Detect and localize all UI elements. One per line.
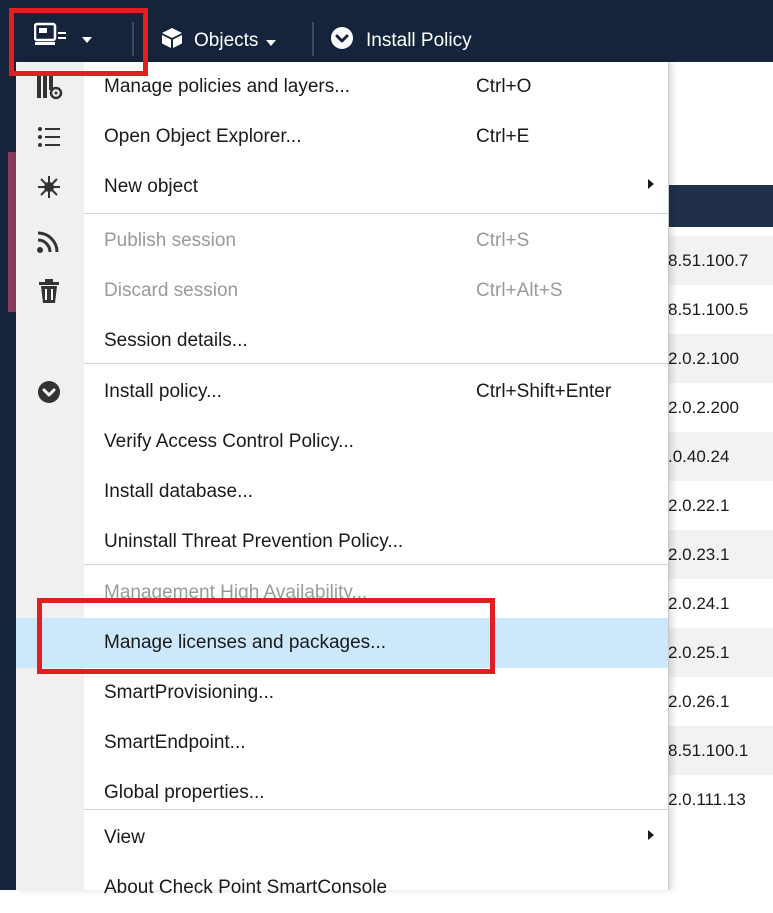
table-row[interactable]: 2.0.22.1 <box>660 481 773 530</box>
menu-item-install-database[interactable]: Install database... <box>16 467 668 517</box>
menu-item-publish-session[interactable]: Publish session Ctrl+S <box>16 216 668 266</box>
menu-item-shortcut: Ctrl+O <box>476 76 532 97</box>
menu-item-label: Install policy... <box>104 381 222 402</box>
table-row[interactable]: 2.0.25.1 <box>660 628 773 677</box>
menu-item-session-details[interactable]: Session details... <box>16 316 668 366</box>
menu-item-label: Global properties... <box>104 782 265 803</box>
objects-menu-button[interactable]: Objects <box>160 26 277 56</box>
menu-separator <box>84 564 668 565</box>
table-row[interactable]: 8.51.100.7 <box>660 236 773 285</box>
table-row[interactable]: 2.0.23.1 <box>660 530 773 579</box>
table-row[interactable]: 2.0.26.1 <box>660 677 773 726</box>
menu-item-label: SmartEndpoint... <box>104 732 246 753</box>
table-row[interactable]: .0.40.24 <box>660 432 773 481</box>
table-row[interactable]: 2.0.2.200 <box>660 383 773 432</box>
policies-layers-icon <box>34 72 64 102</box>
menu-item-label: Publish session <box>104 230 237 251</box>
menu-separator <box>84 213 668 214</box>
table-row[interactable]: 8.51.100.5 <box>660 285 773 334</box>
menu-separator <box>84 809 668 810</box>
table-row[interactable]: 2.0.24.1 <box>660 579 773 628</box>
menu-item-label: About Check Point SmartConsole <box>104 877 388 898</box>
submenu-arrow-icon <box>648 813 654 863</box>
publish-icon <box>34 226 64 256</box>
menu-item-label: Discard session <box>104 280 239 301</box>
app-menu-highlight <box>9 8 148 76</box>
menu-item-uninstall-threat-prevention-policy[interactable]: Uninstall Threat Prevention Policy... <box>16 517 668 567</box>
install-policy-label: Install Policy <box>366 30 472 51</box>
menu-separator <box>84 363 668 364</box>
menu-item-label: New object <box>104 176 198 197</box>
menu-item-shortcut: Ctrl+Shift+Enter <box>476 381 612 402</box>
install-icon <box>34 377 64 407</box>
table-row[interactable]: 2.0.111.13 <box>660 775 773 824</box>
menu-item-label: Verify Access Control Policy... <box>104 431 354 452</box>
install-icon <box>330 26 354 56</box>
left-nav-accent <box>8 152 16 312</box>
menu-item-label: View <box>104 827 145 848</box>
star-icon <box>34 172 64 202</box>
menu-item-shortcut: Ctrl+Alt+S <box>476 280 563 301</box>
table-row[interactable]: 2.0.2.100 <box>660 334 773 383</box>
menu-item-label: Open Object Explorer... <box>104 126 302 147</box>
table-header <box>660 185 773 227</box>
menu-item-about-check-point-smartconsole[interactable]: About Check Point SmartConsole <box>16 863 668 913</box>
menu-item-shortcut: Ctrl+S <box>476 230 530 251</box>
menu-item-verify-access-control-policy[interactable]: Verify Access Control Policy... <box>16 417 668 467</box>
menu-item-install-policy[interactable]: Install policy... Ctrl+Shift+Enter <box>16 367 668 417</box>
menu-item-discard-session[interactable]: Discard session Ctrl+Alt+S <box>16 266 668 316</box>
menu-item-label: Session details... <box>104 330 248 351</box>
menu-item-smartendpoint[interactable]: SmartEndpoint... <box>16 718 668 768</box>
menu-item-label: Install database... <box>104 481 253 502</box>
menu-item-label: SmartProvisioning... <box>104 682 275 703</box>
cube-icon <box>160 26 184 56</box>
table-row[interactable]: 8.51.100.1 <box>660 726 773 775</box>
list-icon <box>34 122 64 152</box>
objects-label: Objects <box>194 30 259 51</box>
menu-item-global-properties[interactable]: Global properties... <box>16 768 668 818</box>
install-policy-button[interactable]: Install Policy <box>330 26 472 56</box>
menu-item-label: Uninstall Threat Prevention Policy... <box>104 531 404 552</box>
menu-item-shortcut: Ctrl+E <box>476 126 530 147</box>
trash-icon <box>34 276 64 306</box>
toolbar-separator <box>312 22 314 56</box>
submenu-arrow-icon <box>648 162 654 212</box>
manage-licenses-highlight <box>37 598 495 674</box>
menu-item-new-object[interactable]: New object <box>16 162 668 212</box>
chevron-down-icon <box>266 30 277 52</box>
menu-item-view[interactable]: View <box>16 813 668 863</box>
menu-item-open-object-explorer[interactable]: Open Object Explorer... Ctrl+E <box>16 112 668 162</box>
menu-item-smartprovisioning[interactable]: SmartProvisioning... <box>16 668 668 718</box>
